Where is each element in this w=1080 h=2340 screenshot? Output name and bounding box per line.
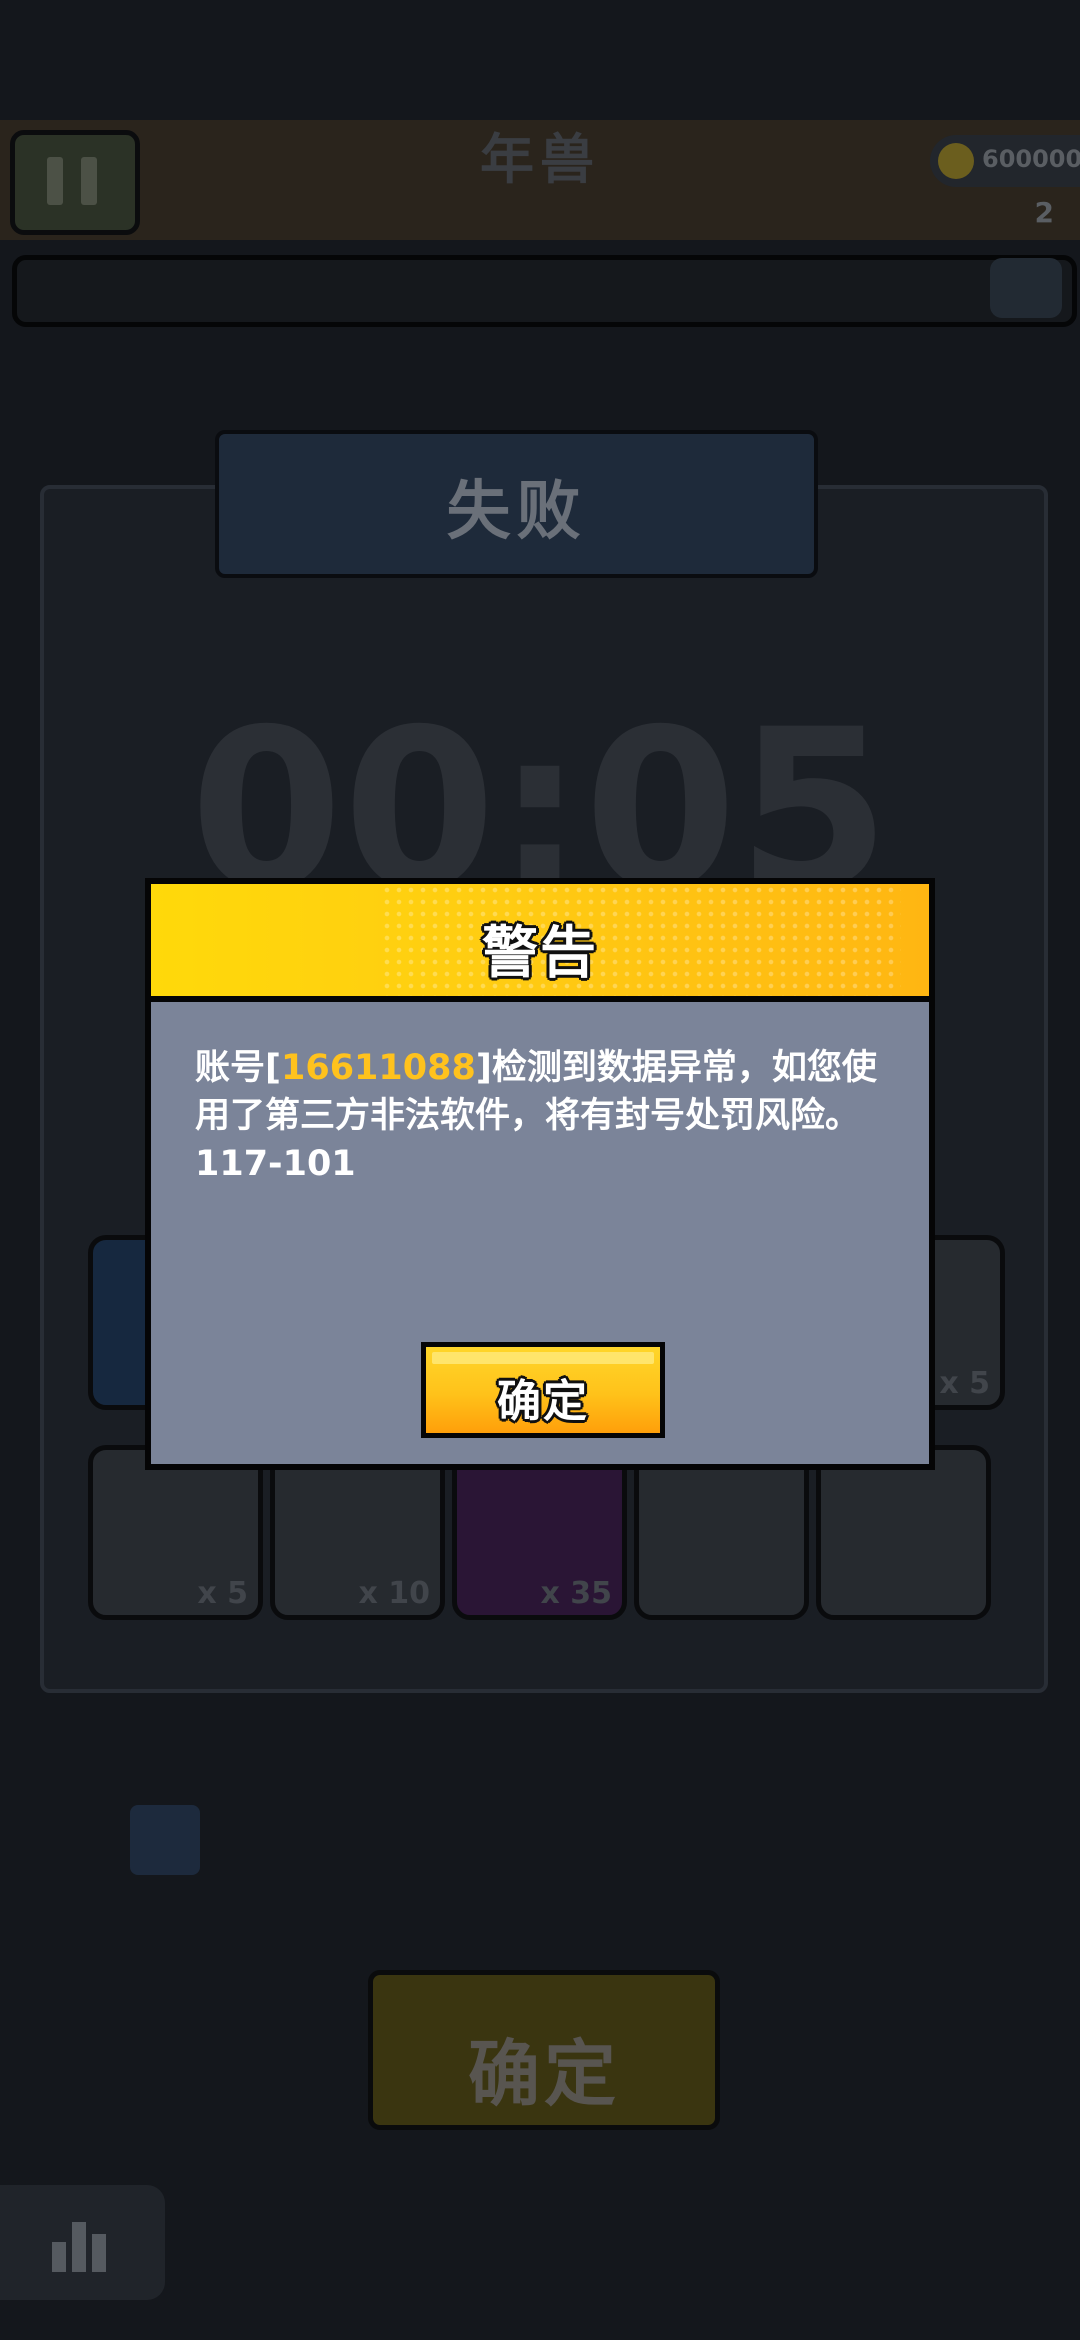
reward-count: x 5 [197,1576,248,1611]
warning-dialog-header: 警告 [151,884,929,1002]
gift-icon [130,1805,200,1875]
bar-chart-icon-bar [92,2234,106,2272]
confirm-button-label: 确定 [497,1376,589,1427]
reward-slot-red-envelope: x 35 [452,1445,627,1620]
boss-progress-bar [12,255,1077,327]
reward-slot-pistol: x 5 [88,1445,263,1620]
message-prefix: 账号[ [195,1048,281,1088]
warning-dialog: 警告 账号[16611088]检测到数据异常，如您使用了第三方非法软件，将有封号… [145,878,935,1470]
result-ribbon: 失败 [215,430,818,578]
bar-chart-icon-bar [72,2222,86,2272]
reward-slot-boots [634,1445,809,1620]
reward-count: x 35 [540,1576,612,1611]
coin-icon [938,143,974,179]
coin-counter: 600000 [930,135,1080,187]
stats-button[interactable] [0,2185,165,2300]
result-confirm-label: 确定 [467,2032,620,2116]
key-amount: 2 [1034,196,1054,229]
button-shine [432,1352,654,1364]
key-counter: 2 [930,192,1080,236]
reward-count: x 10 [358,1576,430,1611]
error-code: 117-101 [195,1144,356,1184]
reward-slot-jacket [816,1445,991,1620]
coin-amount: 600000 [982,145,1080,173]
stage-title: 年兽 [480,128,600,191]
account-id: 16611088 [281,1048,476,1088]
confirm-button[interactable]: 确定 [421,1342,665,1438]
reward-count: x 5 [939,1366,990,1401]
warning-message: 账号[16611088]检测到数据异常，如您使用了第三方非法软件，将有封号处罚风… [195,1044,905,1188]
warning-dialog-title: 警告 [482,921,598,986]
result-confirm-button[interactable]: 确定 [368,1970,720,2130]
bar-chart-icon [52,2242,66,2272]
reward-slot-belt: x 10 [270,1445,445,1620]
result-title: 失败 [446,475,587,549]
cat-boss-icon [990,258,1062,318]
